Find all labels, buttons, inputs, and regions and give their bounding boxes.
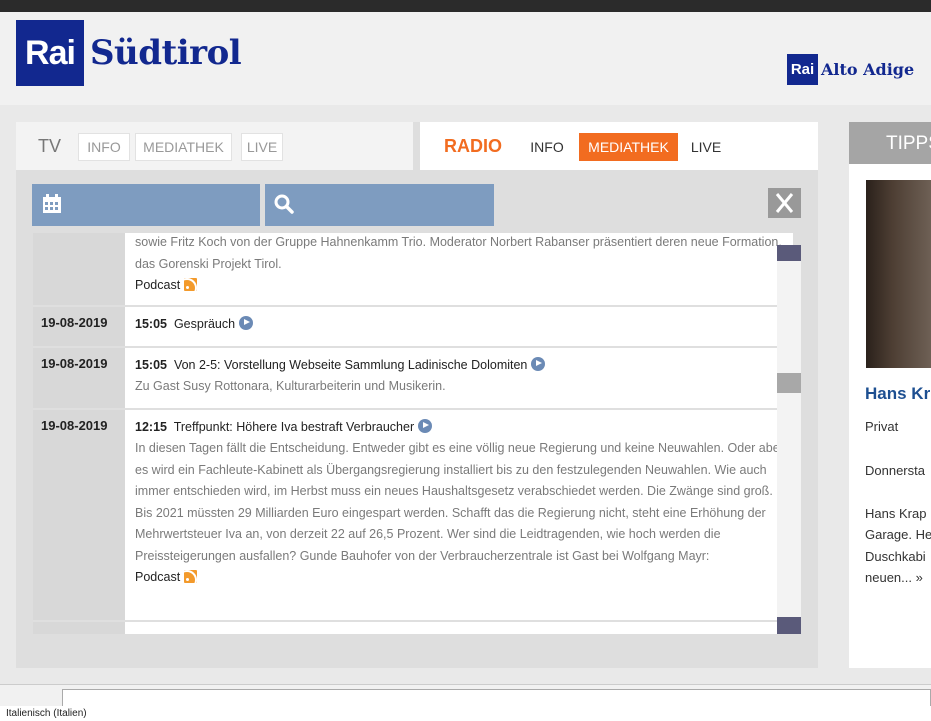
entry-date: [33, 233, 125, 305]
tv-title[interactable]: TV: [38, 136, 61, 157]
filter-row: [16, 170, 818, 233]
entry-title: Gespräuch: [173, 316, 236, 331]
podcast-label: Podcast: [135, 570, 181, 584]
scroll-thumb[interactable]: [777, 373, 801, 393]
podcast-link[interactable]: Podcast: [135, 567, 785, 589]
scroll-up-button[interactable]: [777, 245, 801, 261]
radio-tabs: RADIO INFO MEDIATHEK LIVE: [420, 122, 818, 170]
entry-time: 15:05: [135, 316, 167, 331]
entry-date: 19-08-2019: [33, 347, 125, 408]
entry-body: 15:05 Gespräuch: [125, 307, 793, 346]
entry-description: Zu Gast Susy Rottonara, Kulturarbeiterin…: [135, 379, 446, 393]
horizontal-scroll-area: [0, 684, 931, 707]
play-icon[interactable]: [418, 418, 433, 433]
tipps-heading: TIPPS: [849, 122, 931, 164]
entry-heading[interactable]: 15:05 Gespräuch: [135, 314, 785, 336]
entry-body: 15:05 Von 2-5: Vorstellung Webseite Samm…: [125, 348, 793, 408]
search-icon: [274, 194, 294, 214]
tipps-image[interactable]: [866, 180, 931, 368]
entry-date: 19-08-2019: [33, 306, 125, 346]
tab-radio-info[interactable]: INFO: [523, 133, 571, 161]
horizontal-scrollbar[interactable]: [62, 689, 931, 707]
tipps-channel: Privat: [865, 419, 899, 434]
tab-tv-mediathek[interactable]: MEDIATHEK: [135, 133, 232, 161]
rss-icon[interactable]: [184, 278, 198, 291]
tab-radio-mediathek[interactable]: MEDIATHEK: [579, 133, 678, 161]
entry-time: 15:05: [135, 357, 167, 372]
site-header: Rai Südtirol Rai Alto Adige: [0, 12, 931, 105]
entry-time: 12:15: [135, 419, 167, 434]
rai-logo-box: Rai: [16, 20, 84, 86]
rai-suedtirol-logo[interactable]: Rai Südtirol: [16, 20, 242, 86]
entry-date: [33, 621, 125, 634]
search-button[interactable]: [265, 184, 494, 226]
entry-description: sowie Fritz Koch von der Gruppe Hahnenka…: [135, 235, 782, 271]
close-icon: [775, 193, 794, 213]
entry-heading[interactable]: 15:05 Von 2-5: Vorstellung Webseite Samm…: [135, 355, 785, 377]
rai-logo-small-box: Rai: [787, 54, 818, 85]
mediathek-panel: TV INFO MEDIATHEK LIVE RADIO INFO MEDIAT…: [16, 122, 818, 668]
list-scrollbar[interactable]: [777, 245, 801, 634]
podcast-link[interactable]: Podcast: [135, 275, 785, 297]
scroll-down-button[interactable]: [777, 617, 801, 634]
rss-icon[interactable]: [184, 570, 198, 583]
list-item: 19-08-2019 15:05 Gespräuch: [33, 306, 793, 348]
tipps-sidebar: TIPPS Hans Kr Privat Donnersta Hans Krap…: [849, 122, 931, 668]
tipps-title-link[interactable]: Hans Kr: [865, 384, 930, 404]
entry-description: In diesen Tagen fällt die Entscheidung. …: [135, 441, 784, 563]
tv-tabs: TV INFO MEDIATHEK LIVE: [16, 122, 413, 170]
entry-title: Treffpunkt: Höhere Iva bestraft Verbrauc…: [173, 419, 415, 434]
tab-tv-live[interactable]: LIVE: [241, 133, 283, 161]
tipps-more-link[interactable]: neuen... »: [865, 570, 923, 585]
logo-text: Südtirol: [90, 33, 242, 73]
date-filter-button[interactable]: [32, 184, 260, 226]
list-item: sowie Fritz Koch von der Gruppe Hahnenka…: [33, 233, 793, 307]
podcast-label: Podcast: [135, 278, 181, 292]
entry-body: sowie Fritz Koch von der Gruppe Hahnenka…: [125, 233, 793, 305]
window-top-bar: [0, 0, 931, 12]
tab-radio-live[interactable]: LIVE: [683, 133, 729, 161]
list-item: [33, 621, 793, 635]
play-icon[interactable]: [239, 315, 254, 330]
tipps-day: Donnersta: [865, 463, 925, 478]
logo2-text: Alto Adige: [821, 60, 915, 79]
calendar-icon: [43, 194, 61, 213]
play-icon[interactable]: [531, 356, 546, 371]
entry-heading[interactable]: 12:15 Treffpunkt: Höhere Iva bestraft Ve…: [135, 417, 785, 439]
list-item: 19-08-2019 15:05 Von 2-5: Vorstellung We…: [33, 347, 793, 410]
close-button[interactable]: [768, 188, 801, 218]
entry-body: [125, 622, 793, 635]
entry-title: Von 2-5: Vorstellung Webseite Sammlung L…: [173, 357, 528, 372]
tipps-text-line: Duschkabi: [865, 549, 926, 564]
tab-tv-info[interactable]: INFO: [78, 133, 130, 161]
entry-body: 12:15 Treffpunkt: Höhere Iva bestraft Ve…: [125, 410, 793, 620]
tipps-text-line: Hans Krap: [865, 506, 927, 521]
broadcast-list[interactable]: sowie Fritz Koch von der Gruppe Hahnenka…: [33, 233, 793, 634]
language-status: Italienisch (Italien): [0, 706, 931, 721]
list-item: 19-08-2019 12:15 Treffpunkt: Höhere Iva …: [33, 409, 793, 622]
radio-title[interactable]: RADIO: [444, 136, 502, 157]
rai-alto-adige-logo[interactable]: Rai Alto Adige: [787, 54, 914, 85]
tipps-text-line: Garage. He: [865, 527, 931, 542]
entry-date: 19-08-2019: [33, 409, 125, 620]
